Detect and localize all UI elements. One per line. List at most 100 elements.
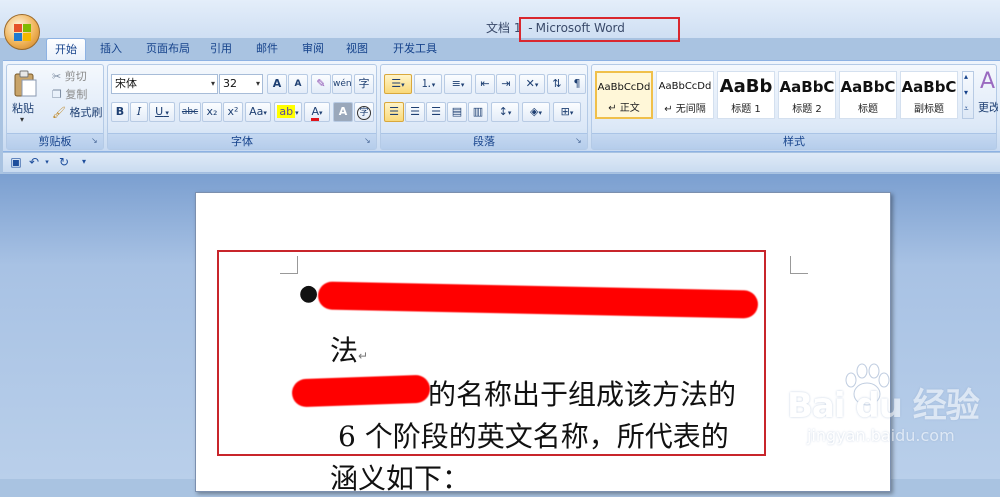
style-sample: AaBb xyxy=(719,76,773,97)
line-spacing-button[interactable]: ↕▾ xyxy=(491,102,519,122)
line-spacing-icon: ↕ xyxy=(498,105,508,118)
subscript-icon: x₂ xyxy=(206,105,218,118)
office-logo-icon xyxy=(14,24,32,42)
styles-scroll[interactable]: ▴ ▾ ⩡ xyxy=(962,71,974,119)
borders-button[interactable]: ⊞▾ xyxy=(553,102,581,122)
paragraph-group-label: 段落 xyxy=(381,133,587,149)
align-left-button[interactable]: ☰ xyxy=(384,102,404,122)
change-case-button[interactable]: Aa▾ xyxy=(245,102,271,122)
shading-button[interactable]: ◈▾ xyxy=(522,102,550,122)
decrease-indent-button[interactable]: ⇤ xyxy=(475,74,495,94)
font-color-dropdown-icon: ▾ xyxy=(319,109,323,117)
tab-page-layout[interactable]: 页面布局 xyxy=(140,38,196,60)
office-button[interactable] xyxy=(4,14,40,50)
align-right-button[interactable]: ☰ xyxy=(426,102,446,122)
style-heading-1[interactable]: AaBb 标题 1 xyxy=(717,71,775,119)
highlight-color-button[interactable]: ab ▾ xyxy=(274,102,302,122)
grow-font-button[interactable]: A xyxy=(267,74,287,94)
chinese-layout-icon: ✕ xyxy=(525,77,535,90)
shading-dropdown-icon: ▾ xyxy=(538,109,542,117)
show-marks-button[interactable]: ¶ xyxy=(568,74,586,94)
italic-button[interactable]: I xyxy=(130,102,148,122)
scroll-down-icon[interactable]: ▾ xyxy=(964,88,968,97)
change-styles-button[interactable]: A 更改 xyxy=(978,69,998,127)
increase-indent-button[interactable]: ⇥ xyxy=(496,74,516,94)
distributed-button[interactable]: ▥ xyxy=(468,102,488,122)
watermark-url: jingyan.baidu.com xyxy=(807,426,955,445)
italic-icon: I xyxy=(136,105,142,118)
phonetic-guide-button[interactable]: wén xyxy=(332,74,352,94)
style-heading-2[interactable]: AaBbC 标题 2 xyxy=(778,71,836,119)
style-title[interactable]: AaBbC 标题 xyxy=(839,71,897,119)
underline-button[interactable]: U ▾ xyxy=(149,102,175,122)
increase-indent-icon: ⇥ xyxy=(501,77,511,90)
font-color-button[interactable]: A▾ xyxy=(304,102,330,122)
style-name: ↵ 无间隔 xyxy=(664,104,706,115)
scroll-up-icon[interactable]: ▴ xyxy=(964,72,968,81)
character-border-button[interactable]: 字 xyxy=(354,74,374,94)
sort-button[interactable]: ⇅ xyxy=(547,74,567,94)
paragraph-launcher-icon[interactable]: ↘ xyxy=(575,136,585,146)
tab-mailings[interactable]: 邮件 xyxy=(250,38,284,60)
font-group-label: 字体 xyxy=(108,133,376,149)
chinese-layout-button[interactable]: ✕▾ xyxy=(519,74,545,94)
cut-label: 剪切 xyxy=(64,70,87,83)
bold-button[interactable]: B xyxy=(111,102,129,122)
tab-review[interactable]: 审阅 xyxy=(296,38,330,60)
superscript-button[interactable]: x² xyxy=(223,102,243,122)
tab-home[interactable]: 开始 xyxy=(46,38,86,60)
font-size-select[interactable]: 32 ▾ xyxy=(219,74,263,94)
quick-access-toolbar: ▣ ↶ ▾ ↻ ▾ xyxy=(3,153,1000,173)
copy-label: 复制 xyxy=(65,88,88,101)
justify-icon: ▤ xyxy=(451,105,463,118)
align-center-button[interactable]: ☰ xyxy=(405,102,425,122)
undo-dropdown-icon[interactable]: ▾ xyxy=(40,155,54,169)
justify-button[interactable]: ▤ xyxy=(447,102,467,122)
superscript-icon: x² xyxy=(227,105,239,118)
tab-view[interactable]: 视图 xyxy=(340,38,374,60)
font-launcher-icon[interactable]: ↘ xyxy=(364,136,374,146)
style-name: 标题 2 xyxy=(792,104,822,115)
distributed-icon: ▥ xyxy=(472,105,484,118)
subscript-button[interactable]: x₂ xyxy=(202,102,222,122)
undo-icon[interactable]: ↶ xyxy=(27,155,41,169)
scissors-icon: ✂ xyxy=(52,70,62,83)
redo-icon[interactable]: ↻ xyxy=(57,155,71,169)
more-styles-icon[interactable]: ⩡ xyxy=(964,104,969,114)
font-name-select[interactable]: 宋体 ▾ xyxy=(111,74,218,94)
clear-format-button[interactable]: ✎ xyxy=(311,74,331,94)
style-no-spacing[interactable]: AaBbCcDd ↵ 无间隔 xyxy=(656,71,714,119)
character-shading-icon: A xyxy=(338,105,348,118)
format-painter-button[interactable]: 🖌 格式刷 xyxy=(51,103,105,123)
borders-icon: ⊞ xyxy=(560,105,570,118)
customize-qat-icon[interactable]: ▾ xyxy=(77,155,91,169)
enclose-characters-button[interactable]: 字 xyxy=(354,102,374,122)
tab-insert[interactable]: 插入 xyxy=(94,38,128,60)
bullets-button[interactable]: ☰▾ xyxy=(384,74,412,94)
tab-references[interactable]: 引用 xyxy=(204,38,238,60)
cut-button[interactable]: ✂ 剪切 xyxy=(51,67,99,87)
title-bar: 文档 1 - Microsoft Word xyxy=(0,0,1000,42)
align-right-icon: ☰ xyxy=(431,105,441,118)
styles-group-label: 样式 xyxy=(592,133,996,149)
font-name-value: 宋体 xyxy=(115,77,137,90)
style-normal[interactable]: AaBbCcDd ↵ 正文 xyxy=(595,71,653,119)
multilevel-list-button[interactable]: ≡▾ xyxy=(444,74,472,94)
save-icon[interactable]: ▣ xyxy=(9,155,23,169)
paste-button[interactable]: 粘贴 ▾ xyxy=(10,67,40,129)
shrink-font-button[interactable]: A xyxy=(288,74,308,94)
character-shading-button[interactable]: A xyxy=(333,102,353,122)
strikethrough-button[interactable]: abc xyxy=(179,102,201,122)
copy-button[interactable]: ❐ 复制 xyxy=(51,85,99,105)
style-subtitle[interactable]: AaBbC 副标题 xyxy=(900,71,958,119)
bullets-icon: ☰ xyxy=(391,77,402,90)
clipboard-launcher-icon[interactable]: ↘ xyxy=(91,136,101,146)
style-name: 标题 1 xyxy=(731,104,761,115)
numbering-button[interactable]: ⒈▾ xyxy=(414,74,442,94)
phonetic-guide-icon: wén xyxy=(333,79,352,89)
style-name: 标题 xyxy=(858,104,878,115)
highlighter-icon: ab xyxy=(277,105,296,118)
tab-developer[interactable]: 开发工具 xyxy=(386,38,444,60)
underline-dropdown-icon: ▾ xyxy=(163,109,169,117)
style-name-text: 正文 xyxy=(619,103,640,114)
